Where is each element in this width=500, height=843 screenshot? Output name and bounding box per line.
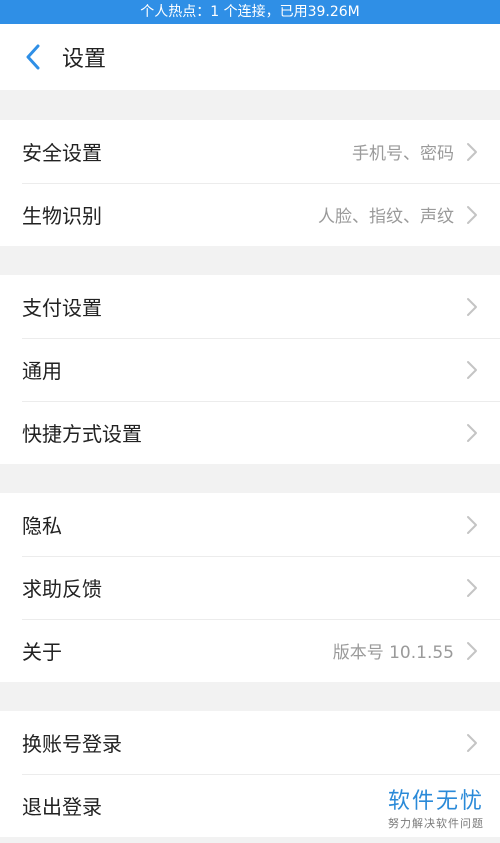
settings-group-general: 支付设置 通用 快捷方式设置 [0, 275, 500, 464]
chevron-right-icon [466, 733, 478, 753]
chevron-right-icon [466, 423, 478, 443]
settings-row-about[interactable]: 关于 版本号 10.1.55 [0, 619, 500, 682]
version-value: 版本号 10.1.55 [332, 643, 454, 663]
chevron-right-icon [466, 515, 478, 535]
settings-row-general[interactable]: 通用 [0, 338, 500, 401]
settings-row-security[interactable]: 安全设置 手机号、密码 [0, 120, 500, 183]
settings-page: 个人热点：1 个连接，已用39.26M 设置 安全设置 手机号、密码 生物识别 … [0, 0, 500, 843]
settings-row-payment[interactable]: 支付设置 [0, 275, 500, 338]
row-label: 快捷方式设置 [22, 422, 142, 446]
chevron-right-icon [466, 297, 478, 317]
status-bar-text: 个人热点：1 个连接，已用39.26M [140, 4, 360, 20]
settings-row-privacy[interactable]: 隐私 [0, 493, 500, 556]
chevron-left-icon [26, 44, 40, 70]
watermark: 软件无忧 努力解决软件问题 [388, 783, 484, 831]
section-gap [0, 682, 500, 711]
row-label: 通用 [22, 359, 62, 383]
settings-group-account: 安全设置 手机号、密码 生物识别 人脸、指纹、声纹 [0, 120, 500, 246]
watermark-main: 软件无忧 [387, 789, 484, 814]
row-label: 生物识别 [22, 204, 102, 228]
settings-row-shortcuts[interactable]: 快捷方式设置 [0, 401, 500, 464]
watermark-sub: 努力解决软件问题 [387, 817, 484, 830]
chevron-right-icon [466, 578, 478, 598]
chevron-right-icon [466, 142, 478, 162]
section-gap [0, 246, 500, 275]
row-value: 人脸、指纹、声纹 [318, 207, 454, 227]
chevron-right-icon [466, 360, 478, 380]
row-label: 换账号登录 [22, 732, 122, 756]
row-label: 求助反馈 [22, 577, 102, 601]
row-label: 支付设置 [22, 296, 102, 320]
settings-row-biometrics[interactable]: 生物识别 人脸、指纹、声纹 [0, 183, 500, 246]
settings-row-switch-account[interactable]: 换账号登录 [0, 711, 500, 774]
row-label: 关于 [22, 640, 62, 664]
row-label: 安全设置 [22, 141, 102, 165]
row-value: 手机号、密码 [352, 144, 454, 164]
status-bar: 个人热点：1 个连接，已用39.26M [0, 0, 500, 24]
back-button[interactable] [8, 24, 58, 90]
chevron-right-icon [466, 205, 478, 225]
section-gap [0, 464, 500, 493]
settings-row-feedback[interactable]: 求助反馈 [0, 556, 500, 619]
settings-group-info: 隐私 求助反馈 关于 版本号 10.1.55 [0, 493, 500, 682]
chevron-right-icon [466, 641, 478, 661]
page-title: 设置 [62, 47, 107, 72]
nav-bar: 设置 [0, 24, 500, 90]
row-label: 隐私 [22, 514, 62, 538]
section-gap [0, 90, 500, 120]
